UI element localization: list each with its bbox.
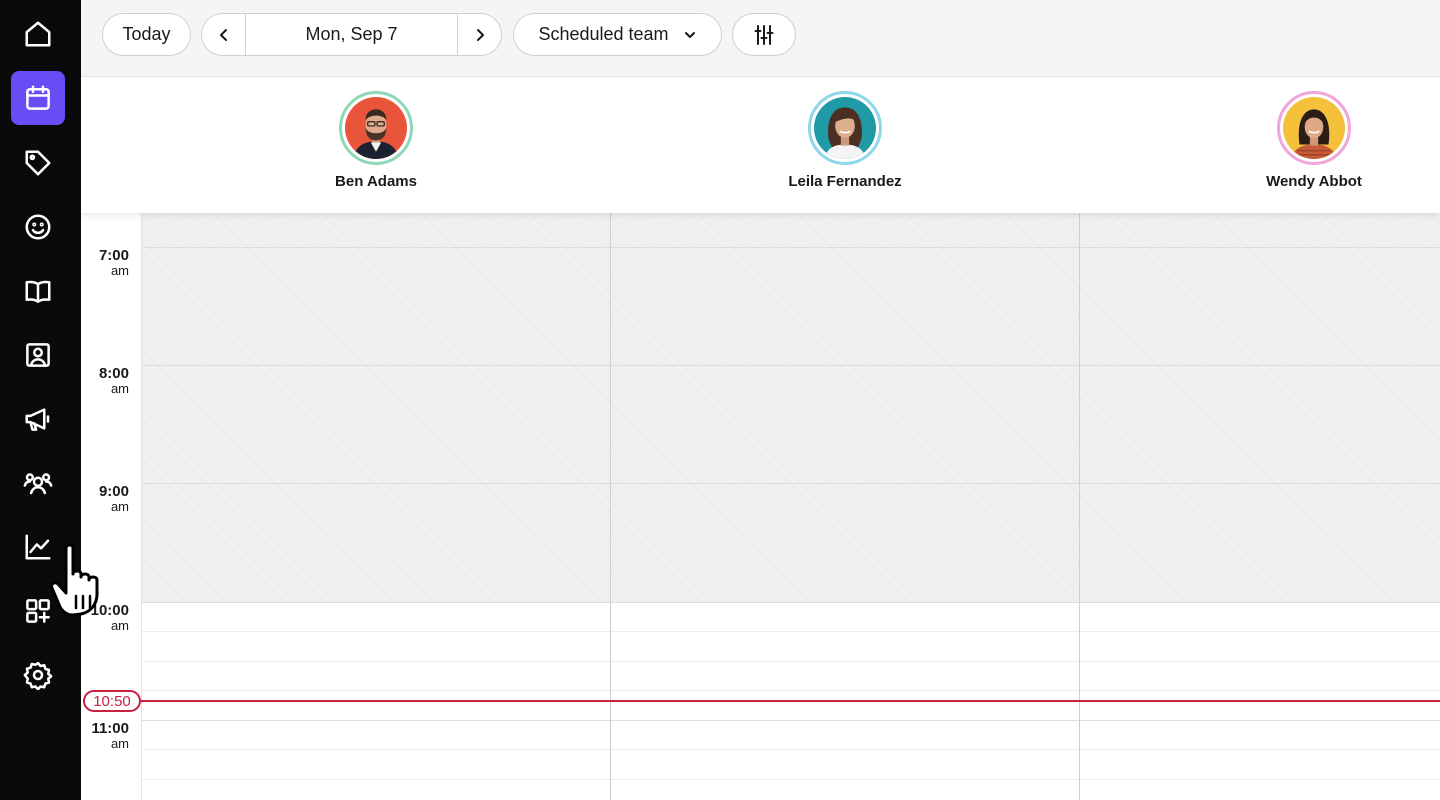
- grid-line: [141, 276, 1440, 277]
- time-label: 9:00 am: [81, 484, 129, 513]
- previous-day-button[interactable]: [202, 14, 245, 55]
- sidebar-item-settings[interactable]: [11, 648, 65, 702]
- grid-line: [141, 512, 1440, 513]
- time-label-hour: 9:00: [98, 483, 129, 500]
- grid-line: [141, 690, 1440, 691]
- time-gutter-divider: [141, 213, 142, 800]
- staff-column-header[interactable]: Leila Fernandez: [745, 91, 945, 190]
- home-icon: [23, 19, 53, 49]
- sidebar-item-team[interactable]: [11, 456, 65, 510]
- time-label: 7:00 am: [81, 248, 129, 277]
- current-time-line: [141, 700, 1440, 702]
- book-icon: [23, 276, 53, 306]
- time-label-period: am: [110, 499, 129, 514]
- column-divider: [610, 213, 611, 800]
- smile-icon: [23, 212, 53, 242]
- grid-line: [141, 720, 1440, 721]
- team-filter-label: Scheduled team: [538, 24, 669, 44]
- team-icon: [23, 468, 53, 498]
- calendar-icon: [23, 83, 53, 113]
- time-label-period: am: [110, 618, 129, 633]
- unavailable-hours-block: [141, 213, 1440, 602]
- current-time-badge: 10:50: [83, 690, 141, 712]
- time-label-hour: 7:00: [98, 247, 129, 264]
- megaphone-icon: [23, 404, 53, 434]
- time-label-hour: 11:00: [91, 720, 129, 737]
- grid-line: [141, 483, 1440, 484]
- chevron-left-icon: [216, 27, 232, 43]
- hand-pointer-icon: [48, 540, 118, 620]
- grid-line: [141, 542, 1440, 543]
- staff-header: Ben Adams Leila Fernandez Wendy Abbot: [81, 77, 1440, 213]
- time-label-hour: 8:00: [98, 365, 129, 382]
- chevron-right-icon: [472, 27, 488, 43]
- current-date-label[interactable]: Mon, Sep 7: [245, 14, 458, 55]
- tag-icon: [23, 148, 53, 178]
- grid-line: [141, 779, 1440, 780]
- date-navigator: Mon, Sep 7: [201, 13, 502, 56]
- grid-line: [141, 571, 1440, 572]
- grid-line: [141, 306, 1440, 307]
- today-button[interactable]: Today: [102, 13, 191, 56]
- chevron-down-icon: [683, 28, 697, 42]
- time-label: 8:00 am: [81, 366, 129, 395]
- next-day-button[interactable]: [458, 14, 501, 55]
- staff-column-header[interactable]: Wendy Abbot: [1214, 91, 1414, 190]
- team-filter-dropdown[interactable]: Scheduled team: [513, 13, 722, 56]
- column-divider: [1079, 213, 1080, 800]
- grid-line: [141, 247, 1440, 248]
- grid-line: [141, 335, 1440, 336]
- grid-line: [141, 453, 1440, 454]
- time-label: 11:00 am: [81, 721, 129, 750]
- staff-name: Leila Fernandez: [788, 173, 902, 190]
- time-label-period: am: [110, 736, 129, 751]
- time-label-period: am: [110, 381, 129, 396]
- sidebar-item-clients[interactable]: [11, 200, 65, 254]
- gear-icon: [23, 660, 53, 690]
- grid-line: [141, 749, 1440, 750]
- time-label-period: am: [110, 263, 129, 278]
- staff-name: Ben Adams: [335, 173, 417, 190]
- staff-column-header[interactable]: Ben Adams: [276, 91, 476, 190]
- view-settings-button[interactable]: [732, 13, 796, 56]
- sidebar-item-marketing[interactable]: [11, 392, 65, 446]
- avatar: [808, 91, 882, 165]
- sidebar-item-catalog[interactable]: [11, 264, 65, 318]
- calendar-grid: 7:00 am 8:00 am 9:00 am 10:00 am 11:00 a…: [81, 213, 1440, 800]
- grid-line: [141, 424, 1440, 425]
- grid-line: [141, 631, 1440, 632]
- grid-line: [141, 365, 1440, 366]
- sidebar: [0, 0, 81, 800]
- sidebar-item-sales[interactable]: [11, 136, 65, 190]
- grid-line: [141, 602, 1440, 603]
- staff-name: Wendy Abbot: [1266, 173, 1362, 190]
- sidebar-item-calendar[interactable]: [11, 71, 65, 125]
- avatar: [1277, 91, 1351, 165]
- grid-line: [141, 394, 1440, 395]
- sidebar-item-home[interactable]: [11, 7, 65, 61]
- contact-card-icon: [23, 340, 53, 370]
- avatar: [339, 91, 413, 165]
- sliders-icon: [752, 23, 776, 47]
- toolbar: Today Mon, Sep 7 Scheduled team: [81, 0, 1440, 77]
- sidebar-item-contacts[interactable]: [11, 328, 65, 382]
- grid-line: [141, 661, 1440, 662]
